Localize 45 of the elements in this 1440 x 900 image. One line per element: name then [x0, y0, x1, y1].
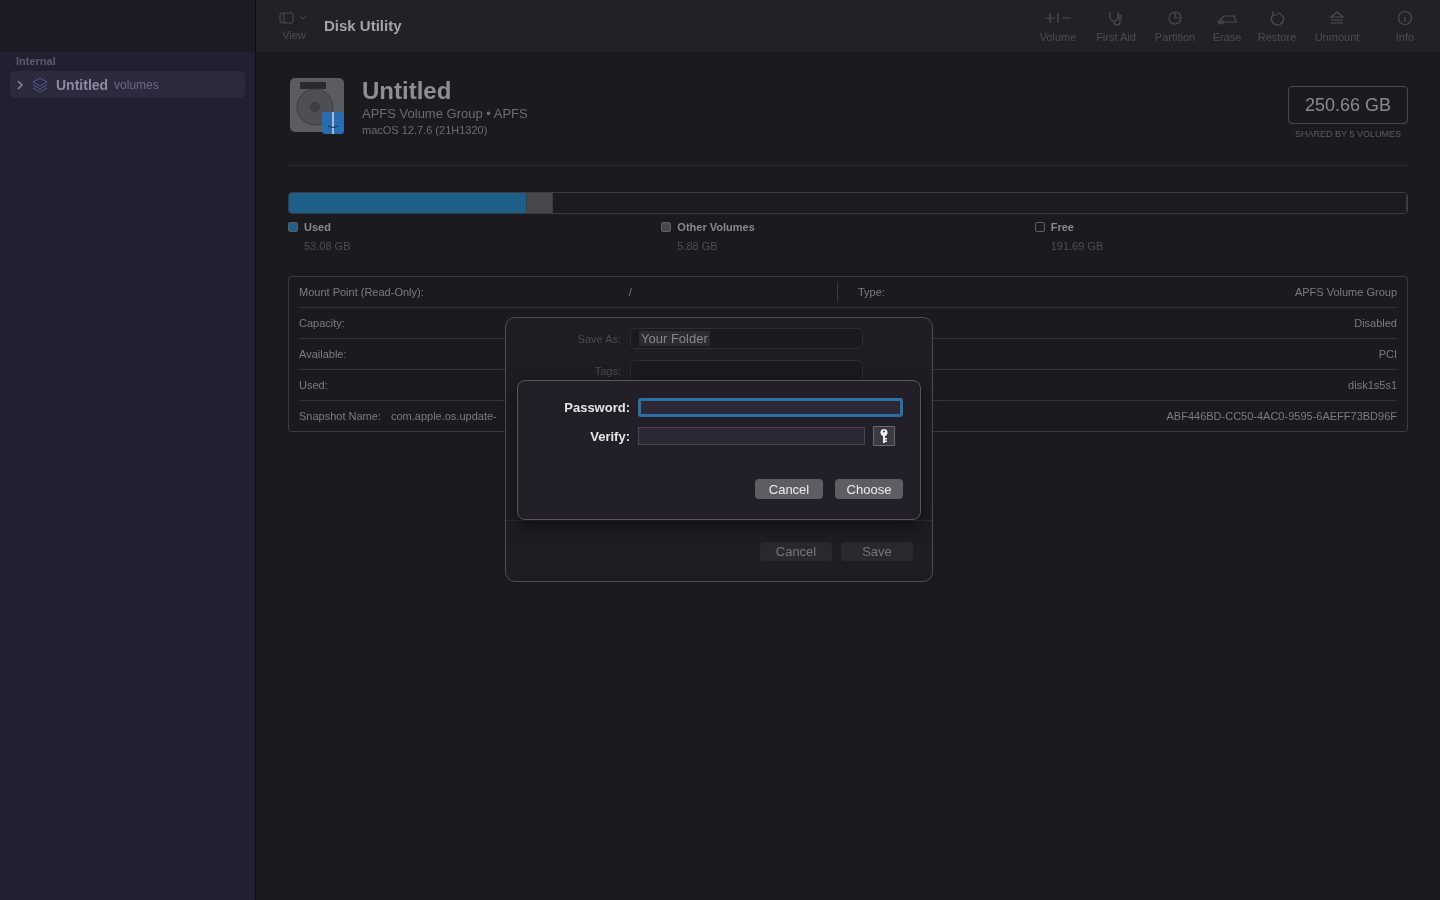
info-label: Capacity:	[299, 317, 345, 329]
info-label: Snapshot Name:	[299, 410, 381, 422]
legend-label: Free	[1050, 221, 1075, 233]
volume-detail: volumes	[114, 77, 159, 92]
info-label: Used:	[299, 379, 328, 391]
info-value: PCI	[1378, 348, 1397, 360]
os-version: macOS 12.7.6 (21H1320)	[362, 124, 489, 136]
password-assistant-button[interactable]	[873, 426, 895, 446]
volume-subtitle: APFS Volume Group • APFS	[362, 106, 529, 121]
field-label: Password:	[563, 400, 630, 415]
field-label: Verify:	[589, 428, 630, 444]
capacity-note: SHARED BY 5 VOLUMES	[1295, 129, 1401, 139]
info-value: ABF446BD-CC50-4AC0-9595-6AEFF73BD96F	[1166, 410, 1397, 422]
eject-icon	[1328, 9, 1346, 26]
tags-field[interactable]	[630, 360, 863, 381]
volume-name: Untitled	[56, 76, 109, 93]
info-value: Disabled	[1354, 317, 1397, 329]
key-icon	[879, 428, 889, 444]
hard-drive-icon	[288, 76, 346, 136]
info-value: disk1s5s1	[1348, 379, 1397, 391]
capacity-value: 250.66 GB	[1288, 86, 1408, 124]
sidebar-section-title: Internal	[15, 54, 57, 69]
info-value: /	[628, 286, 632, 298]
restore-icon	[1268, 9, 1286, 26]
info-label: Mount Point (Read-Only):	[299, 286, 424, 298]
sheet-button[interactable]: Cancel	[755, 479, 823, 499]
info-value: com.apple.os.update-	[390, 410, 497, 422]
verify-field[interactable]	[638, 427, 865, 445]
info-label: Type:	[858, 286, 885, 298]
window-title: Disk Utility	[323, 16, 403, 36]
sidebar-toggle-icon[interactable]	[279, 11, 309, 24]
info-icon	[1396, 9, 1414, 26]
pie-icon	[1166, 9, 1184, 26]
layers-icon	[32, 76, 48, 93]
info-label: Available:	[299, 348, 347, 360]
stethoscope-icon	[1107, 9, 1125, 26]
sheet-button[interactable]: Choose	[835, 479, 903, 499]
legend-label: Used	[304, 221, 332, 233]
sidebar-item[interactable]: Untitled volumes	[10, 71, 245, 98]
legend-label: Other Volumes	[677, 221, 756, 233]
password-field[interactable]	[638, 398, 903, 417]
save-as-field[interactable]: Your Folder	[630, 328, 863, 349]
info-value: APFS Volume Group	[1294, 286, 1397, 298]
chevron-icon[interactable]	[16, 79, 24, 90]
volume-title: Untitled	[362, 77, 453, 105]
